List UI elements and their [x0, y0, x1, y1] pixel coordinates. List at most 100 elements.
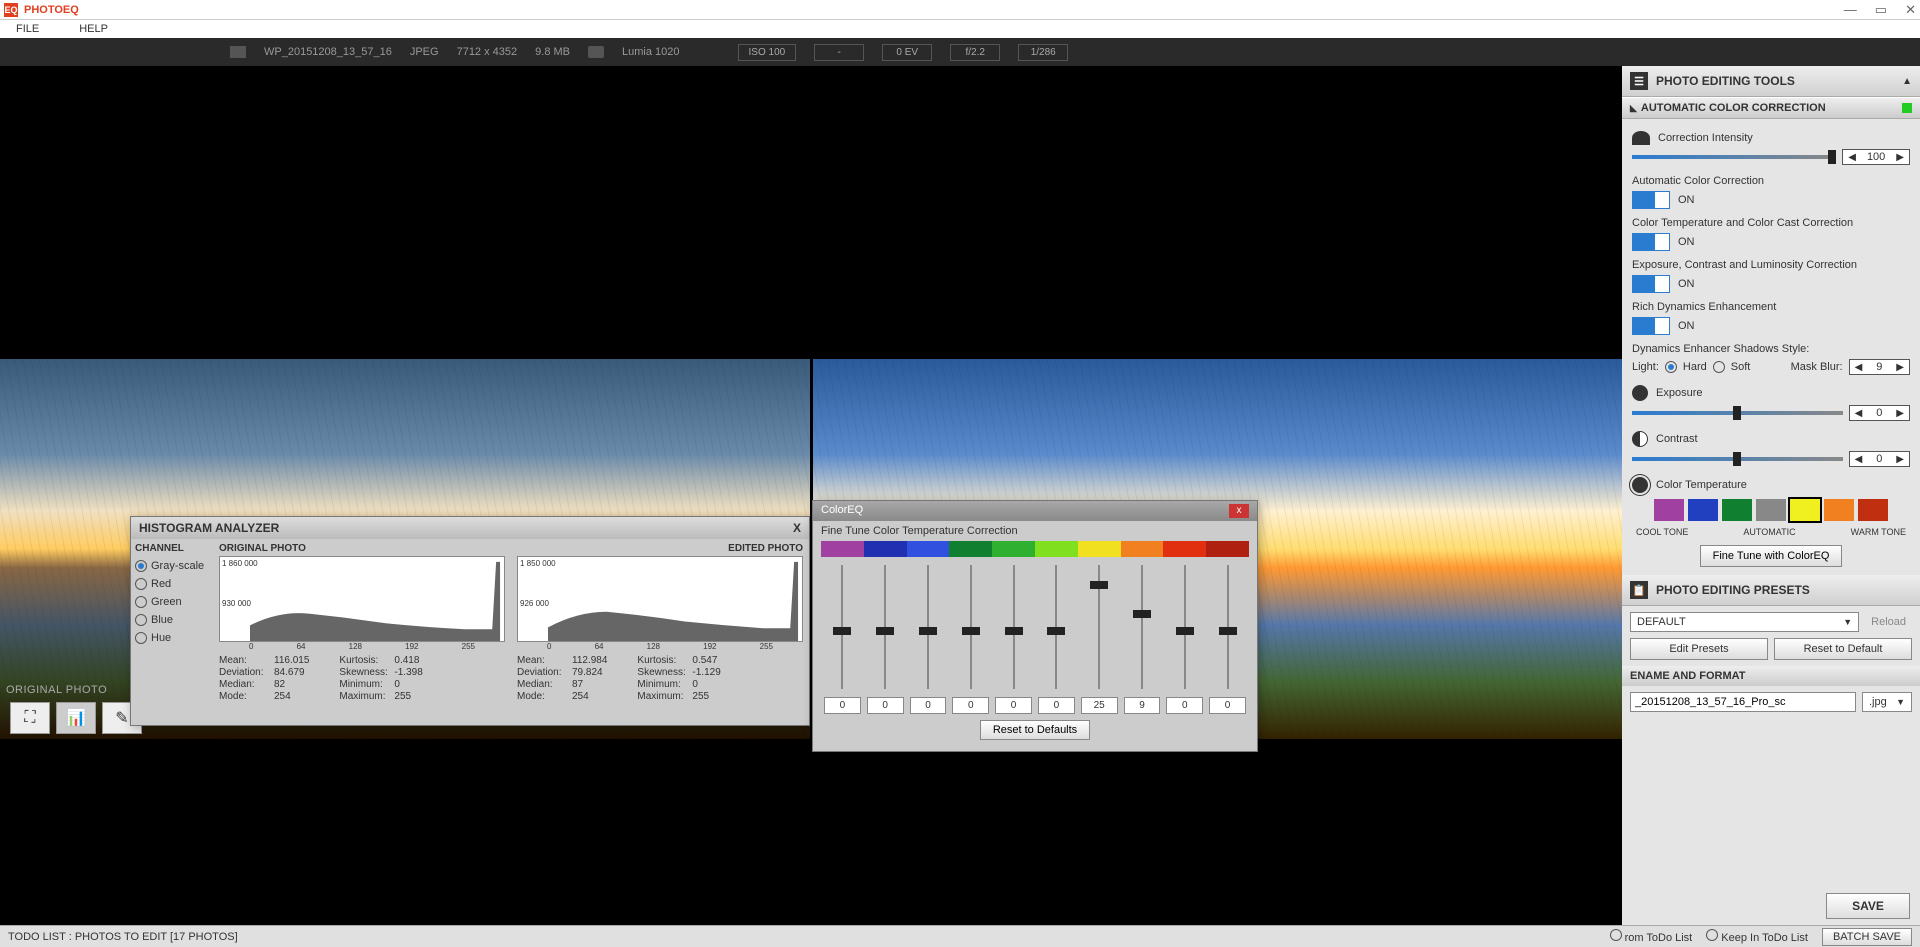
maskblur-stepper[interactable]: ◀9▶: [1849, 359, 1910, 375]
ceq-slider-8[interactable]: [1163, 561, 1206, 693]
ceq-value-2[interactable]: 0: [910, 697, 947, 714]
exposure-icon: [1632, 385, 1648, 401]
colortemp-swatch-4[interactable]: [1790, 499, 1820, 521]
ceq-value-5[interactable]: 0: [1038, 697, 1075, 714]
gauge-icon: [1632, 131, 1650, 145]
minimize-button[interactable]: —: [1844, 2, 1857, 18]
ceq-value-6[interactable]: 25: [1081, 697, 1118, 714]
presets-header[interactable]: 📋 PHOTO EDITING PRESETS: [1622, 575, 1920, 606]
ceq-color-7: [1121, 541, 1164, 557]
rich-toggle[interactable]: [1632, 317, 1670, 335]
info-aperture: f/2.2: [950, 44, 1000, 61]
todo-list-label[interactable]: TODO LIST : PHOTOS TO EDIT [17 PHOTOS]: [8, 931, 238, 943]
maximize-button[interactable]: ▭: [1875, 2, 1887, 18]
close-button[interactable]: ✕: [1905, 2, 1916, 18]
ceq-slider-4[interactable]: [992, 561, 1035, 693]
contrast-slider[interactable]: [1632, 457, 1843, 461]
ceq-slider-3[interactable]: [949, 561, 992, 693]
exposure-slider[interactable]: [1632, 411, 1843, 415]
ceq-color-6: [1078, 541, 1121, 557]
ceq-value-9[interactable]: 0: [1209, 697, 1246, 714]
intensity-stepper[interactable]: ◀100▶: [1842, 149, 1910, 165]
info-dash: -: [814, 44, 864, 61]
batch-save-button[interactable]: BATCH SAVE: [1822, 928, 1912, 946]
right-panel: ☰ PHOTO EDITING TOOLS ▲ ◣ AUTOMATIC COLO…: [1622, 66, 1920, 925]
ceq-value-4[interactable]: 0: [995, 697, 1032, 714]
ext-combo[interactable]: .jpg▼: [1862, 692, 1912, 712]
ceq-color-5: [1035, 541, 1078, 557]
menu-bar: FILE HELP: [0, 20, 1920, 38]
channel-green[interactable]: [135, 596, 147, 608]
tools-icon: ☰: [1630, 72, 1648, 90]
acc-section-header[interactable]: ◣ AUTOMATIC COLOR CORRECTION: [1622, 97, 1920, 119]
menu-file[interactable]: FILE: [16, 23, 39, 35]
info-size: 9.8 MB: [535, 46, 570, 58]
ceq-slider-7[interactable]: [1121, 561, 1164, 693]
histogram-close[interactable]: X: [793, 521, 801, 535]
app-title: PHOTOEQ: [24, 4, 79, 16]
ceq-slider-6[interactable]: [1078, 561, 1121, 693]
finetune-button[interactable]: Fine Tune with ColorEQ: [1700, 545, 1843, 567]
ceq-value-0[interactable]: 0: [824, 697, 861, 714]
keep-radio[interactable]: [1706, 929, 1718, 941]
crop-tool-button[interactable]: ⛶: [10, 702, 50, 734]
soft-radio[interactable]: [1713, 361, 1725, 373]
ceq-color-3: [949, 541, 992, 557]
preset-combo[interactable]: DEFAULT▼: [1630, 612, 1859, 632]
reset-default-button[interactable]: Reset to Default: [1774, 638, 1912, 660]
ceq-slider-1[interactable]: [864, 561, 907, 693]
info-shutter: 1/286: [1018, 44, 1068, 61]
info-dimensions: 7712 x 4352: [457, 46, 518, 58]
channel-gray[interactable]: [135, 560, 147, 572]
histogram-tool-button[interactable]: 📊: [56, 702, 96, 734]
ceq-slider-9[interactable]: [1206, 561, 1249, 693]
ceq-slider-2[interactable]: [907, 561, 950, 693]
auto-toggle[interactable]: [1632, 191, 1670, 209]
camera-icon: [588, 46, 604, 58]
ceq-color-8: [1163, 541, 1206, 557]
colortemp-swatch-1[interactable]: [1688, 499, 1718, 521]
collapse-icon[interactable]: ▲: [1902, 76, 1912, 87]
coloreq-dialog: ColorEQx Fine Tune Color Temperature Cor…: [812, 500, 1258, 752]
exposure-stepper[interactable]: ◀0▶: [1849, 405, 1910, 421]
channel-red[interactable]: [135, 578, 147, 590]
colortemp-swatch-3[interactable]: [1756, 499, 1786, 521]
histogram-analyzer: HISTOGRAM ANALYZERX CHANNEL Gray-scale R…: [130, 516, 810, 726]
colortemp-swatch-0[interactable]: [1654, 499, 1684, 521]
menu-help[interactable]: HELP: [79, 23, 108, 35]
exposure-toggle[interactable]: [1632, 275, 1670, 293]
info-bar: WP_20151208_13_57_16 JPEG 7712 x 4352 9.…: [0, 38, 1920, 66]
edit-presets-button[interactable]: Edit Presets: [1630, 638, 1768, 660]
tools-header[interactable]: ☰ PHOTO EDITING TOOLS ▲: [1622, 66, 1920, 97]
coloreq-close[interactable]: x: [1229, 504, 1249, 518]
colortemp-swatch-6[interactable]: [1858, 499, 1888, 521]
info-iso: ISO 100: [738, 44, 797, 61]
ceq-color-1: [864, 541, 907, 557]
colortemp-swatch-5[interactable]: [1824, 499, 1854, 521]
ceq-value-8[interactable]: 0: [1166, 697, 1203, 714]
contrast-stepper[interactable]: ◀0▶: [1849, 451, 1910, 467]
info-format: JPEG: [410, 46, 439, 58]
intensity-slider[interactable]: [1632, 155, 1836, 159]
filename-input[interactable]: [1630, 692, 1856, 712]
ceq-value-3[interactable]: 0: [952, 697, 989, 714]
temp-toggle[interactable]: [1632, 233, 1670, 251]
ceq-value-7[interactable]: 9: [1124, 697, 1161, 714]
save-button[interactable]: SAVE: [1826, 893, 1910, 919]
ceq-color-2: [907, 541, 950, 557]
hard-radio[interactable]: [1665, 361, 1677, 373]
ceq-value-1[interactable]: 0: [867, 697, 904, 714]
ceq-slider-5[interactable]: [1035, 561, 1078, 693]
colortemp-swatch-2[interactable]: [1722, 499, 1752, 521]
ceq-color-0: [821, 541, 864, 557]
remove-radio[interactable]: [1610, 929, 1622, 941]
colortemp-icon: [1632, 477, 1648, 493]
info-ev: 0 EV: [882, 44, 932, 61]
reload-link[interactable]: Reload: [1865, 613, 1912, 631]
channel-hue[interactable]: [135, 632, 147, 644]
presets-icon: 📋: [1630, 581, 1648, 599]
histogram-edited-graph: 1 850 000 926 000: [517, 556, 803, 642]
coloreq-reset-button[interactable]: Reset to Defaults: [980, 720, 1090, 740]
ceq-slider-0[interactable]: [821, 561, 864, 693]
channel-blue[interactable]: [135, 614, 147, 626]
